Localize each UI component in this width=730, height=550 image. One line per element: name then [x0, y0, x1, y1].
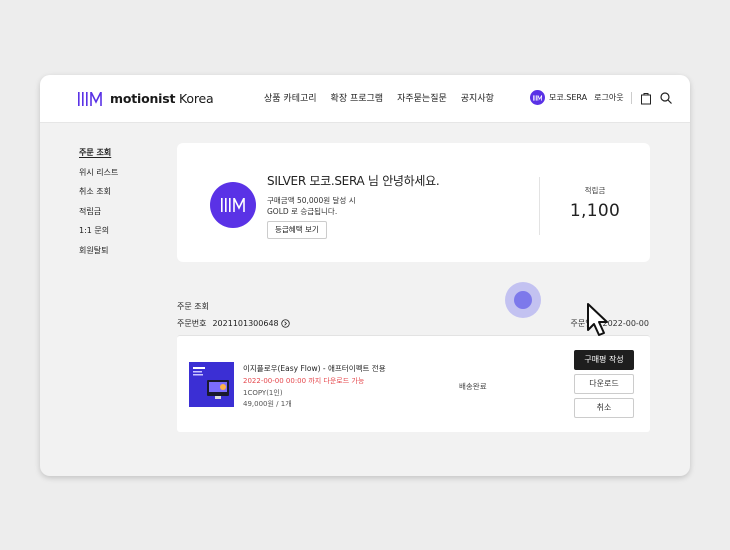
shipping-status: 배송완료 [459, 382, 487, 391]
section-title: 주문 조회 [177, 302, 209, 311]
brand-mark-icon [221, 198, 245, 212]
logout-link[interactable]: 로그아웃 [594, 92, 623, 103]
product-price: 49,000원 / 1개 [243, 400, 292, 408]
brand-mark-icon [78, 91, 102, 106]
search-icon[interactable] [659, 91, 673, 105]
greeting-text: SILVER 모코.SERA 님 안녕하세요. [267, 174, 440, 188]
nav-product-category[interactable]: 상품 카테고리 [264, 91, 317, 104]
product-thumbnail[interactable] [189, 362, 234, 407]
sidebar-item-withdraw[interactable]: 회원탈퇴 [79, 241, 118, 261]
sidebar-item-orders[interactable]: 주문 조회 [79, 143, 118, 163]
sidebar-item-cancellations[interactable]: 취소 조회 [79, 182, 118, 202]
grade-line: 구매금액 50,000원 달성 시 [267, 196, 356, 205]
nav-notice[interactable]: 공지사항 [461, 91, 494, 104]
user-avatar[interactable] [530, 90, 545, 105]
cancel-button[interactable]: 취소 [574, 398, 634, 418]
points-value: 1,100 [569, 201, 621, 221]
info-icon[interactable] [280, 319, 290, 328]
grade-benefits-button[interactable]: 등급혜택 보기 [267, 221, 327, 239]
download-button[interactable]: 다운로드 [574, 374, 634, 394]
sidebar-item-points[interactable]: 적립금 [79, 202, 118, 222]
browser-window: motionist Korea 상품 카테고리 확장 프로그램 자주묻는질문 공… [40, 75, 690, 476]
brand-mark-icon [533, 94, 542, 101]
profile-card: SILVER 모코.SERA 님 안녕하세요. 구매금액 50,000원 달성 … [177, 143, 650, 262]
nav-faq[interactable]: 자주묻는질문 [397, 91, 447, 104]
grade-description: 구매금액 50,000원 달성 시 GOLD 로 승급됩니다. [267, 195, 356, 217]
mouse-cursor-icon [587, 303, 608, 336]
main-nav: 상품 카테고리 확장 프로그램 자주묻는질문 공지사항 [264, 91, 494, 104]
grade-line: GOLD 로 승급됩니다. [267, 207, 338, 216]
write-review-button[interactable]: 구매평 작성 [574, 350, 634, 370]
header-divider [630, 91, 632, 104]
points-label: 적립금 [584, 186, 606, 195]
sidebar-item-inquiry[interactable]: 1:1 문의 [79, 221, 118, 241]
order-item-card: 이지플로우(Easy Flow) - 애프터이펙트 전용 2022-00-00 … [177, 335, 650, 432]
product-name[interactable]: 이지플로우(Easy Flow) - 애프터이펙트 전용 [243, 363, 386, 374]
sidebar-item-wishlist[interactable]: 위시 리스트 [79, 163, 118, 183]
brand-name: motionist Korea [110, 91, 214, 106]
product-option: 1COPY(1인) [243, 389, 283, 397]
nav-extensions[interactable]: 확장 프로그램 [331, 91, 384, 104]
user-area: 모코.SERA 로그아웃 [530, 90, 673, 105]
order-number: 2021101300648 [212, 319, 279, 328]
profile-avatar [210, 182, 256, 228]
site-logo[interactable]: motionist Korea [78, 91, 214, 106]
order-number-label: 주문번호 [177, 319, 207, 328]
user-name[interactable]: 모코.SERA [549, 92, 587, 103]
click-indicator-dot [514, 291, 532, 309]
download-deadline: 2022-00-00 00:00 까지 다운로드 가능 [243, 377, 365, 385]
order-number-row: 주문번호 2021101300648 [177, 318, 290, 329]
product-image-icon [189, 362, 234, 407]
shopping-bag-icon[interactable] [639, 91, 653, 105]
site-header: motionist Korea 상품 카테고리 확장 프로그램 자주묻는질문 공… [40, 75, 690, 123]
mypage-sidebar: 주문 조회 위시 리스트 취소 조회 적립금 1:1 문의 회원탈퇴 [79, 143, 118, 260]
